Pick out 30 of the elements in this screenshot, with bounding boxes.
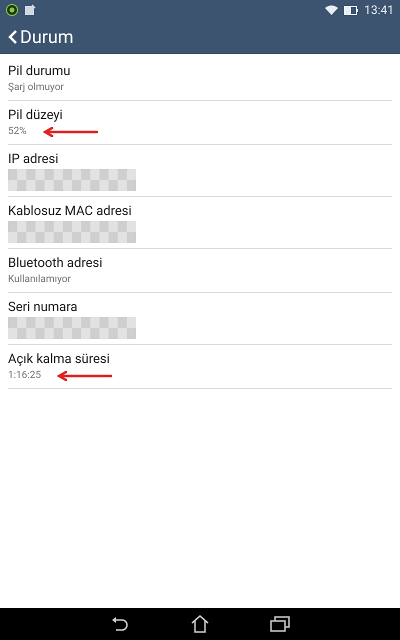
item-value: 52%: [8, 125, 27, 139]
item-value: Şarj olmuyor: [8, 81, 64, 95]
item-value: 1:16:25: [8, 369, 41, 383]
status-item[interactable]: Pil durumu Şarj olmuyor: [8, 57, 392, 101]
item-title: Kablosuz MAC adresi: [8, 203, 133, 221]
status-item[interactable]: Açık kalma süresi 1:16:25: [8, 345, 392, 389]
arrow-icon: [42, 127, 99, 137]
arrow-icon: [56, 371, 113, 381]
status-item[interactable]: Seri numara: [8, 293, 392, 345]
recents-button[interactable]: [270, 616, 290, 632]
app-icon: [6, 4, 18, 16]
image-icon: [24, 4, 36, 16]
status-item[interactable]: Pil düzeyi 52%: [8, 101, 392, 145]
back-nav-button[interactable]: [110, 616, 130, 632]
status-item[interactable]: Bluetooth adresi Kullanılamıyor: [8, 249, 392, 293]
home-button[interactable]: [190, 615, 210, 633]
back-button[interactable]: Durum: [8, 24, 74, 50]
item-title: Pil durumu: [8, 63, 72, 81]
item-title: Bluetooth adresi: [8, 255, 104, 273]
item-title: Pil düzeyi: [8, 107, 64, 125]
wifi-icon: [325, 5, 338, 15]
item-title: Seri numara: [8, 299, 78, 317]
status-item[interactable]: Kablosuz MAC adresi: [8, 197, 392, 249]
item-title: IP adresi: [8, 151, 60, 169]
battery-icon: [344, 6, 358, 14]
back-icon: [8, 29, 18, 45]
status-time: 13:41: [364, 2, 394, 19]
status-item[interactable]: IP adresi: [8, 145, 392, 197]
item-title: Açık kalma süresi: [8, 351, 111, 369]
item-value: Kullanılamıyor: [8, 273, 71, 287]
